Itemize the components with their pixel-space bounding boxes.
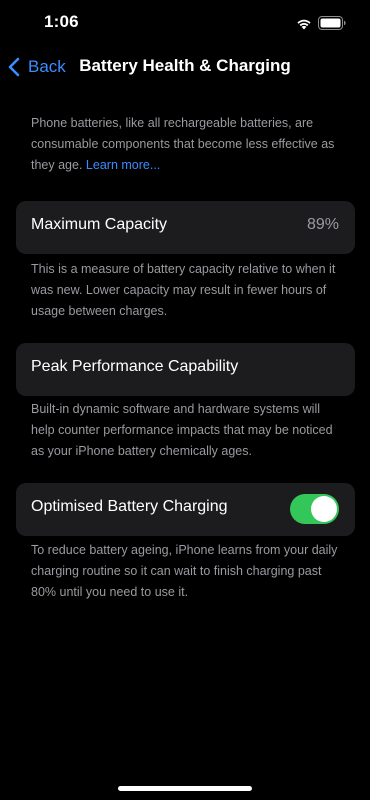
optimised-charging-toggle[interactable] (290, 494, 339, 524)
status-time: 1:06 (44, 12, 79, 31)
maximum-capacity-value: 89% (306, 216, 339, 233)
optimised-charging-row: Optimised Battery Charging (16, 483, 355, 536)
learn-more-link[interactable]: Learn more... (86, 158, 160, 172)
maximum-capacity-row: Maximum Capacity 89% (16, 201, 355, 254)
home-indicator[interactable] (118, 786, 252, 791)
optimised-charging-footer: To reduce battery ageing, iPhone learns … (31, 543, 338, 599)
intro-description: Phone batteries, like all rechargeable b… (31, 113, 343, 176)
maximum-capacity-footer: This is a measure of battery capacity re… (31, 262, 336, 318)
page-title-text: Battery Health & Charging (79, 56, 291, 75)
peak-performance-row: Peak Performance Capability (16, 343, 355, 396)
optimised-charging-label: Optimised Battery Charging (31, 498, 228, 515)
battery-full-icon (318, 16, 346, 30)
status-bar: 1:06 (0, 0, 370, 44)
peak-performance-label: Peak Performance Capability (31, 358, 239, 375)
toggle-knob (311, 496, 337, 522)
navigation-bar: Back Battery Health & Charging (0, 50, 370, 84)
page-title: Battery Health & Charging (0, 56, 370, 76)
maximum-capacity-label: Maximum Capacity (31, 216, 168, 233)
intro-text: Phone batteries, like all rechargeable b… (31, 116, 335, 172)
wifi-icon (296, 17, 312, 30)
peak-performance-footer: Built-in dynamic software and hardware s… (31, 402, 333, 458)
